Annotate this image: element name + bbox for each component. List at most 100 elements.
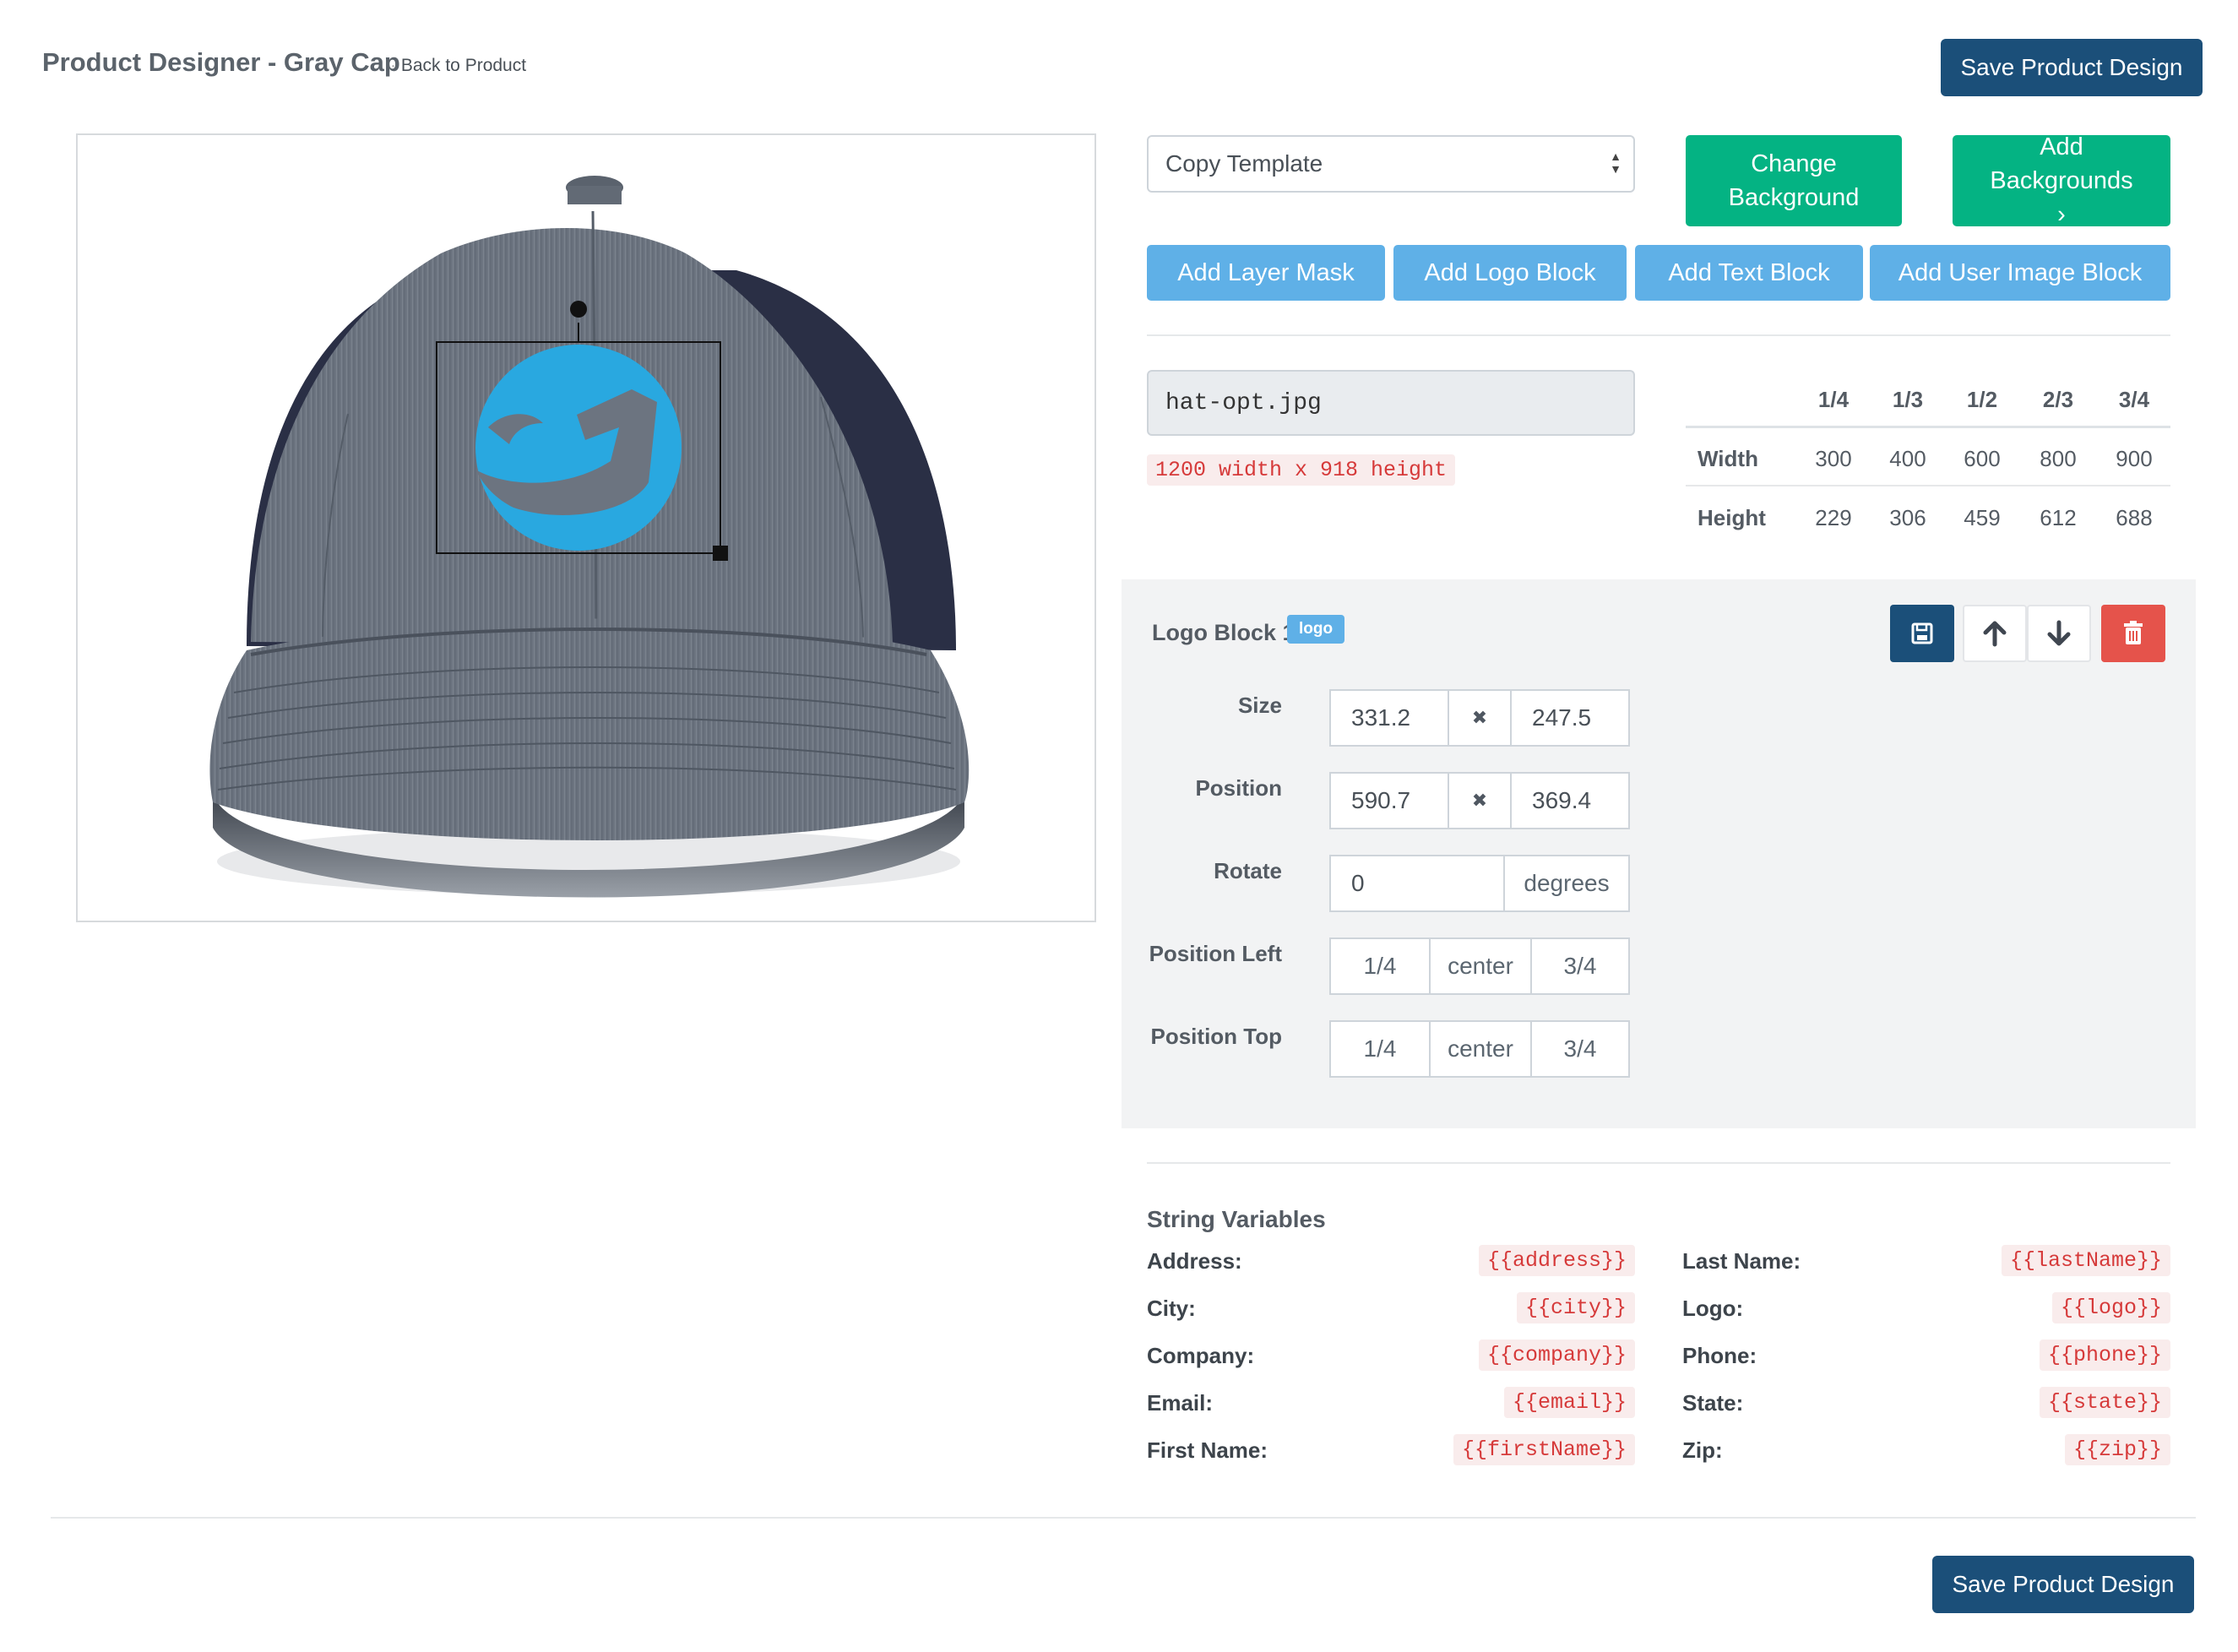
times-icon: ✖ — [1448, 689, 1512, 747]
string-variables-right: Last Name: {{lastName}} Logo: {{logo}} P… — [1682, 1245, 2170, 1485]
position-left-quarter-button[interactable]: 1/4 — [1329, 937, 1431, 995]
position-top-quarter-button[interactable]: 1/4 — [1329, 1020, 1431, 1078]
list-item: Company: {{company}} — [1147, 1340, 1635, 1390]
variable-label: Last Name: — [1682, 1248, 1801, 1274]
divider — [1147, 1162, 2170, 1164]
position-top-label: Position Top — [1150, 1024, 1283, 1049]
variable-code: {{lastName}} — [2001, 1245, 2170, 1276]
variable-label: Address: — [1147, 1248, 1242, 1274]
change-background-button[interactable]: Change Background — [1686, 135, 1902, 226]
add-text-block-button[interactable]: Add Text Block — [1635, 245, 1863, 301]
list-item: Phone: {{phone}} — [1682, 1340, 2170, 1390]
back-to-product-link[interactable]: · Back to Product — [390, 56, 526, 76]
list-item: State: {{state}} — [1682, 1387, 2170, 1437]
table-header: 2/3 — [2042, 387, 2074, 412]
string-variables-left: Address: {{address}} City: {{city}} Comp… — [1147, 1245, 1635, 1485]
variable-code: {{logo}} — [2051, 1292, 2170, 1323]
table-cell: 229 — [1815, 505, 1852, 530]
list-item: City: {{city}} — [1147, 1292, 1635, 1343]
trash-icon — [2124, 621, 2143, 644]
variable-label: City: — [1147, 1296, 1196, 1321]
string-variables-title: String Variables — [1147, 1206, 1326, 1232]
table-cell: 459 — [1964, 505, 2001, 530]
rotate-input[interactable]: 0 — [1329, 855, 1507, 912]
size-height-input[interactable]: 247.5 — [1510, 689, 1630, 747]
list-item: Address: {{address}} — [1147, 1245, 1635, 1296]
variable-label: Phone: — [1682, 1343, 1757, 1368]
position-top-center-button[interactable]: center — [1429, 1020, 1532, 1078]
add-logo-block-button[interactable]: Add Logo Block — [1393, 245, 1627, 301]
variable-label: Email: — [1147, 1390, 1214, 1416]
move-up-button[interactable] — [1963, 605, 2027, 662]
position-top-three-quarter-button[interactable]: 3/4 — [1530, 1020, 1630, 1078]
table-cell: 900 — [2116, 446, 2153, 471]
copy-template-select[interactable]: Copy Template ▲ ▼ — [1147, 135, 1635, 193]
size-table: 1/4 1/3 1/2 2/3 3/4 Width 300 400 600 80… — [1686, 372, 2170, 541]
position-y-input[interactable]: 369.4 — [1510, 772, 1630, 829]
table-cell: 800 — [2040, 446, 2077, 471]
divider — [1147, 334, 2170, 336]
size-width-input[interactable]: 331.2 — [1329, 689, 1449, 747]
logo-block-panel: Logo Block 1 logo Size 331.2 ✖ 247.5 Pos… — [1122, 579, 2196, 1128]
list-item: Zip: {{zip}} — [1682, 1434, 2170, 1485]
table-cell: 400 — [1889, 446, 1926, 471]
table-cell: 306 — [1889, 505, 1926, 530]
variable-label: Logo: — [1682, 1296, 1744, 1321]
variable-code: {{zip}} — [2064, 1434, 2170, 1465]
variable-code: {{phone}} — [2039, 1340, 2170, 1371]
table-row-label: Width — [1698, 446, 1758, 471]
position-left-label: Position Left — [1149, 941, 1282, 966]
position-left-three-quarter-button[interactable]: 3/4 — [1530, 937, 1630, 995]
list-item: Logo: {{logo}} — [1682, 1292, 2170, 1343]
image-filename-field: hat-opt.jpg — [1147, 370, 1635, 436]
design-canvas[interactable] — [76, 133, 1096, 922]
add-layer-mask-button[interactable]: Add Layer Mask — [1147, 245, 1385, 301]
arrow-up-icon — [1983, 621, 2007, 647]
logo-badge: logo — [1287, 615, 1345, 644]
logo-graphic — [475, 345, 682, 551]
save-block-button[interactable] — [1890, 605, 1954, 662]
table-header: 1/2 — [1966, 387, 1998, 412]
variable-label: State: — [1682, 1390, 1744, 1416]
footer-divider — [51, 1517, 2196, 1519]
variable-code: {{address}} — [1478, 1245, 1635, 1276]
table-cell: 300 — [1815, 446, 1852, 471]
variable-code: {{state}} — [2039, 1387, 2170, 1418]
variable-label: Zip: — [1682, 1437, 1723, 1463]
rotate-handle[interactable] — [570, 301, 587, 318]
table-cell: 688 — [2116, 505, 2153, 530]
add-user-image-block-button[interactable]: Add User Image Block — [1870, 245, 2170, 301]
variable-label: Company: — [1147, 1343, 1255, 1368]
table-header: 1/3 — [1892, 387, 1924, 412]
floppy-disk-icon — [1911, 622, 1933, 644]
position-left-center-button[interactable]: center — [1429, 937, 1532, 995]
rotate-unit: degrees — [1503, 855, 1630, 912]
resize-handle[interactable] — [713, 546, 728, 561]
table-cell: 600 — [1964, 446, 2001, 471]
logo-block-title: Logo Block 1 — [1152, 620, 1296, 645]
table-cell: 612 — [2040, 505, 2077, 530]
arrow-down-icon — [2047, 620, 2071, 646]
variable-code: {{city}} — [1516, 1292, 1635, 1323]
rotate-label: Rotate — [1214, 858, 1282, 883]
select-arrows-icon: ▲ ▼ — [1610, 149, 1621, 176]
image-dimensions: 1200 width x 918 height — [1147, 454, 1456, 486]
times-icon: ✖ — [1448, 772, 1512, 829]
position-x-input[interactable]: 590.7 — [1329, 772, 1449, 829]
list-item: Email: {{email}} — [1147, 1387, 1635, 1437]
size-label: Size — [1237, 693, 1282, 718]
list-item: Last Name: {{lastName}} — [1682, 1245, 2170, 1296]
move-down-button[interactable] — [2027, 605, 2091, 662]
add-backgrounds-button[interactable]: Add Backgrounds › — [1953, 133, 2170, 228]
save-product-design-button-top[interactable]: Save Product Design — [1941, 39, 2203, 96]
position-label: Position — [1195, 775, 1282, 801]
variable-code: {{email}} — [1503, 1387, 1635, 1418]
variable-code: {{company}} — [1478, 1340, 1635, 1371]
logo-selection-box[interactable] — [436, 341, 721, 554]
page-title: Product Designer - Gray Cap — [42, 47, 400, 77]
delete-block-button[interactable] — [2101, 605, 2165, 662]
table-row-label: Height — [1698, 505, 1766, 530]
save-product-design-button-bottom[interactable]: Save Product Design — [1932, 1556, 2194, 1613]
rotate-handle-line — [578, 323, 579, 341]
table-header: 3/4 — [2118, 387, 2150, 412]
